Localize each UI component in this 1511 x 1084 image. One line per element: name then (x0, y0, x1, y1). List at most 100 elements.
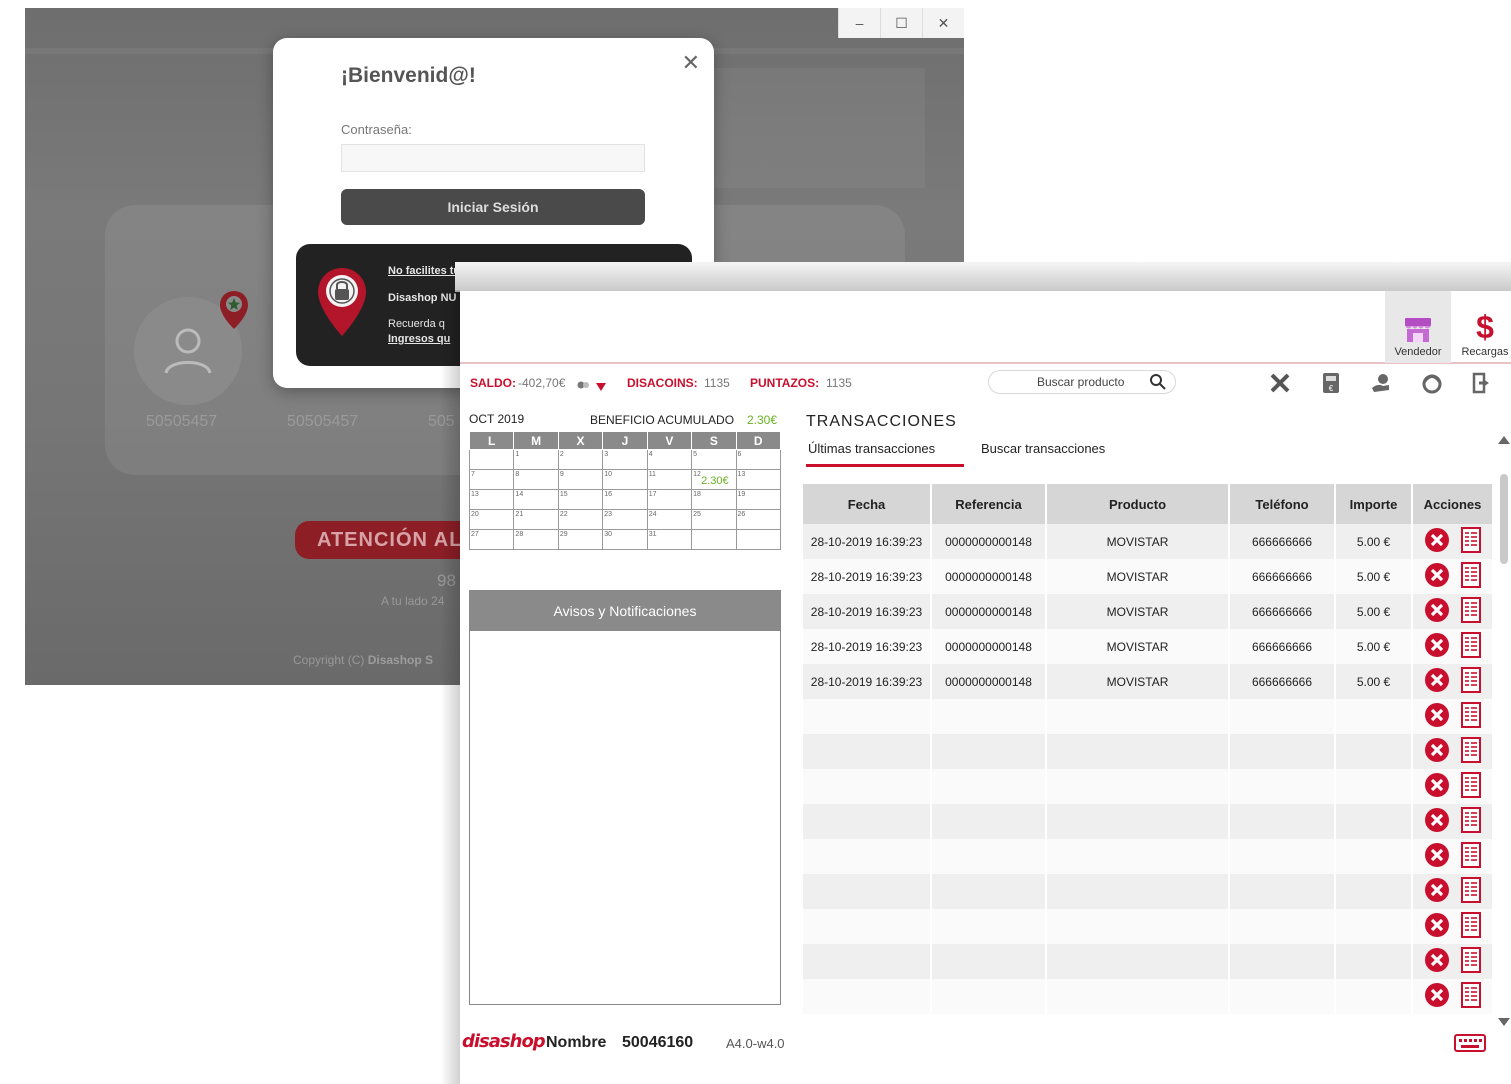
calendar-day[interactable]: 19 (735, 489, 782, 510)
calendar-day[interactable]: 13 (468, 489, 515, 510)
receipt-icon[interactable] (1460, 597, 1482, 626)
minimize-button[interactable]: – (838, 8, 880, 38)
calendar-day[interactable] (735, 529, 782, 550)
scrollbar[interactable] (1496, 436, 1511, 1026)
calendar-day[interactable]: 13 (735, 469, 782, 490)
table-row[interactable] (803, 699, 1494, 734)
cancel-icon[interactable] (1424, 772, 1450, 801)
receipt-icon[interactable] (1460, 842, 1482, 871)
cancel-icon[interactable] (1424, 842, 1450, 871)
calendar-day[interactable] (468, 449, 515, 470)
column-header[interactable]: Producto (1046, 484, 1230, 524)
cancel-icon[interactable] (1424, 562, 1450, 591)
cancel-icon[interactable] (1424, 807, 1450, 836)
calendar-day[interactable]: 3 (602, 449, 648, 470)
logout-icon[interactable] (1470, 371, 1494, 395)
table-row[interactable] (803, 769, 1494, 804)
scrollbar-thumb[interactable] (1500, 474, 1508, 564)
calendar-day[interactable]: 26 (735, 509, 782, 530)
column-header[interactable]: Importe (1335, 484, 1413, 524)
table-row[interactable] (803, 944, 1494, 979)
receipt-icon[interactable] (1460, 807, 1482, 836)
calendar-day[interactable]: 27 (468, 529, 515, 550)
receipt-icon[interactable] (1460, 772, 1482, 801)
calendar-day[interactable]: 8 (513, 469, 559, 490)
calendar-day[interactable]: 18 (691, 489, 737, 510)
calendar-day[interactable]: 11 (646, 469, 693, 490)
receipt-icon[interactable] (1460, 877, 1482, 906)
password-field[interactable] (341, 144, 645, 172)
login-button[interactable]: Iniciar Sesión (341, 189, 645, 225)
calendar-day[interactable]: 30 (602, 529, 648, 550)
tab-last-transactions[interactable]: Últimas transacciones (806, 441, 964, 467)
calendar-day[interactable]: 10 (602, 469, 648, 490)
calendar-day[interactable]: 17 (646, 489, 693, 510)
calendar-day[interactable]: 21 (513, 509, 559, 530)
cancel-icon[interactable] (1424, 982, 1450, 1011)
search-icon[interactable] (1149, 373, 1167, 398)
calendar-day[interactable] (691, 529, 737, 550)
receipt-icon[interactable] (1460, 912, 1482, 941)
column-header[interactable]: Teléfono (1229, 484, 1336, 524)
cancel-icon[interactable] (1424, 527, 1450, 556)
calendar-day[interactable]: 23 (602, 509, 648, 530)
table-row[interactable]: 28-10-2019 16:39:23 0000000000148 MOVISTAR… (803, 524, 1494, 559)
calendar-day[interactable]: 31 (646, 529, 693, 550)
calendar-day[interactable]: 22 (557, 509, 604, 530)
calendar-day[interactable]: 12 2.30€ (691, 469, 737, 490)
calendar-day[interactable]: 1 (513, 449, 559, 470)
recargas-button[interactable]: $ Recargas (1455, 291, 1511, 363)
calendar-day[interactable]: 7 (468, 469, 515, 490)
calculator-icon[interactable]: € (1319, 371, 1343, 395)
receipt-icon[interactable] (1460, 667, 1482, 696)
receipt-icon[interactable] (1460, 562, 1482, 591)
table-row[interactable] (803, 979, 1494, 1014)
receipt-icon[interactable] (1460, 632, 1482, 661)
calendar-day[interactable]: 14 (513, 489, 559, 510)
close-window-button[interactable]: ✕ (922, 8, 964, 38)
hand-coin-icon[interactable] (1369, 371, 1393, 395)
calendar-day[interactable]: 16 (602, 489, 648, 510)
receipt-icon[interactable] (1460, 702, 1482, 731)
table-row[interactable]: 28-10-2019 16:39:23 0000000000148 MOVISTAR… (803, 629, 1494, 664)
keyboard-icon[interactable] (1454, 1033, 1486, 1058)
table-row[interactable]: 28-10-2019 16:39:23 0000000000148 MOVISTAR… (803, 559, 1494, 594)
calendar-day[interactable]: 25 (691, 509, 737, 530)
table-row[interactable] (803, 909, 1494, 944)
vendedor-button[interactable]: Vendedor (1385, 291, 1451, 363)
cancel-icon[interactable] (1424, 597, 1450, 626)
tab-search-transactions[interactable]: Buscar transacciones (981, 441, 1105, 456)
scroll-down-icon[interactable] (1498, 1018, 1510, 1026)
calendar-day[interactable]: 20 (468, 509, 515, 530)
table-row[interactable] (803, 874, 1494, 909)
table-row[interactable] (803, 804, 1494, 839)
tools-icon[interactable] (1268, 371, 1292, 395)
receipt-icon[interactable] (1460, 737, 1482, 766)
calendar-day[interactable]: 9 (557, 469, 604, 490)
table-row[interactable] (803, 734, 1494, 769)
calendar-day[interactable]: 28 (513, 529, 559, 550)
column-header[interactable]: Referencia (931, 484, 1047, 524)
receipt-icon[interactable] (1460, 982, 1482, 1011)
cancel-icon[interactable] (1424, 737, 1450, 766)
table-row[interactable]: 28-10-2019 16:39:23 0000000000148 MOVISTAR… (803, 594, 1494, 629)
table-row[interactable] (803, 839, 1494, 874)
receipt-icon[interactable] (1460, 947, 1482, 976)
calendar-day[interactable]: 4 (646, 449, 693, 470)
maximize-button[interactable]: ☐ (880, 8, 922, 38)
calendar-day[interactable]: 5 (691, 449, 737, 470)
cancel-icon[interactable] (1424, 632, 1450, 661)
calendar-day[interactable]: 2 (557, 449, 604, 470)
cancel-icon[interactable] (1424, 912, 1450, 941)
calendar-day[interactable]: 24 (646, 509, 693, 530)
calendar-day[interactable]: 6 (735, 449, 782, 470)
cancel-icon[interactable] (1424, 947, 1450, 976)
search-input[interactable]: Buscar producto (988, 370, 1176, 394)
calendar-day[interactable]: 29 (557, 529, 604, 550)
cancel-icon[interactable] (1424, 702, 1450, 731)
close-icon[interactable]: ✕ (682, 50, 700, 76)
scroll-up-icon[interactable] (1498, 436, 1510, 444)
receipt-icon[interactable] (1460, 527, 1482, 556)
cancel-icon[interactable] (1424, 877, 1450, 906)
table-row[interactable]: 28-10-2019 16:39:23 0000000000148 MOVISTAR… (803, 664, 1494, 699)
